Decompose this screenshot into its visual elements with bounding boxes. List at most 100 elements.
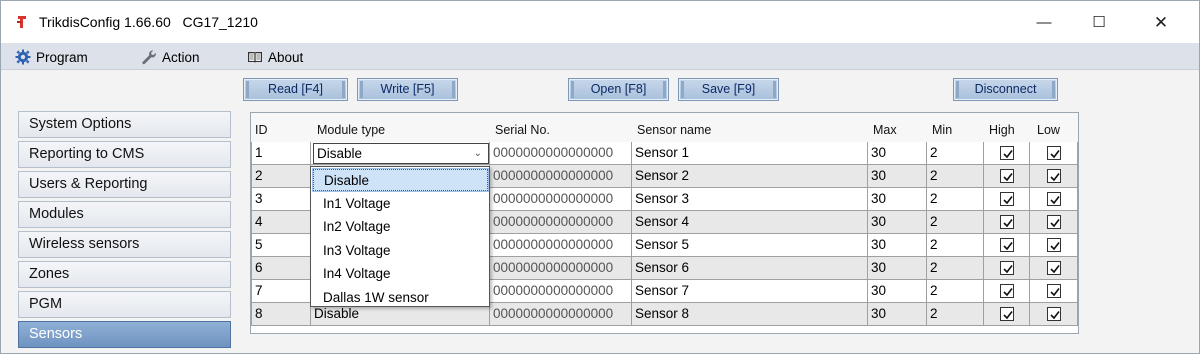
cell-sensor-name[interactable]: Sensor 6	[632, 257, 868, 280]
checkmark-icon	[1002, 219, 1013, 228]
checkmark-icon	[1049, 173, 1060, 182]
wrench-icon	[142, 50, 156, 65]
high-checkbox[interactable]	[999, 284, 1014, 298]
cell-max[interactable]: 30	[868, 142, 927, 165]
window-title: TrikdisConfig 1.66.60 CG17_1210	[39, 14, 258, 30]
menu-about-label: About	[268, 49, 304, 65]
menu-about[interactable]: About	[247, 48, 303, 66]
cell-id: 1	[251, 142, 311, 165]
checkmark-icon	[1002, 242, 1013, 251]
cell-min[interactable]: 2	[927, 188, 984, 211]
low-checkbox[interactable]	[1046, 261, 1061, 275]
save-button[interactable]: Save [F9]	[678, 78, 779, 101]
cell-max[interactable]: 30	[868, 303, 927, 326]
cell-sensor-name[interactable]: Sensor 8	[632, 303, 868, 326]
sidebar-item-wireless-sensors[interactable]: Wireless sensors	[18, 231, 231, 258]
maximize-button[interactable]: ☐	[1078, 9, 1120, 37]
dropdown-option[interactable]: In1 Voltage	[313, 193, 488, 215]
cell-max[interactable]: 30	[868, 165, 927, 188]
cell-serial-no[interactable]: 0000000000000000	[490, 165, 632, 188]
cell-min[interactable]: 2	[927, 257, 984, 280]
cell-max[interactable]: 30	[868, 257, 927, 280]
menu-bar: Program Action About	[1, 43, 1199, 70]
high-checkbox[interactable]	[999, 146, 1014, 160]
high-checkbox[interactable]	[999, 169, 1014, 183]
high-checkbox[interactable]	[999, 261, 1014, 275]
high-checkbox[interactable]	[999, 307, 1014, 321]
low-checkbox[interactable]	[1046, 215, 1061, 229]
sidebar-item-modules[interactable]: Modules	[18, 201, 231, 228]
cell-low	[1030, 142, 1078, 165]
minimize-button[interactable]: —	[1023, 9, 1065, 37]
sidebar-item-pgm[interactable]: PGM	[18, 291, 231, 318]
cell-min[interactable]: 2	[927, 280, 984, 303]
checkmark-icon	[1002, 265, 1013, 274]
cell-max[interactable]: 30	[868, 234, 927, 257]
cell-high	[984, 165, 1030, 188]
sidebar-item-sensors[interactable]: Sensors	[18, 321, 231, 348]
cell-high	[984, 234, 1030, 257]
cell-serial-no[interactable]: 0000000000000000	[490, 303, 632, 326]
cell-id: 6	[251, 257, 311, 280]
read-button[interactable]: Read [F4]	[243, 78, 348, 101]
dropdown-option[interactable]: Disable	[312, 168, 489, 192]
sidebar-item-users-reporting[interactable]: Users & Reporting	[18, 171, 231, 198]
cell-serial-no[interactable]: 0000000000000000	[490, 188, 632, 211]
write-button[interactable]: Write [F5]	[357, 78, 458, 101]
cell-sensor-name[interactable]: Sensor 4	[632, 211, 868, 234]
cell-min[interactable]: 2	[927, 211, 984, 234]
cell-id: 8	[251, 303, 311, 326]
sidebar-item-system-options[interactable]: System Options	[18, 111, 231, 138]
cell-max[interactable]: 30	[868, 280, 927, 303]
high-checkbox[interactable]	[999, 238, 1014, 252]
checkmark-icon	[1002, 288, 1013, 297]
cell-high	[984, 303, 1030, 326]
checkmark-icon	[1002, 311, 1013, 320]
low-checkbox[interactable]	[1046, 238, 1061, 252]
high-checkbox[interactable]	[999, 215, 1014, 229]
cell-serial-no[interactable]: 0000000000000000	[490, 211, 632, 234]
cell-min[interactable]: 2	[927, 165, 984, 188]
cell-serial-no[interactable]: 0000000000000000	[490, 280, 632, 303]
cell-max[interactable]: 30	[868, 211, 927, 234]
dropdown-option[interactable]: In2 Voltage	[313, 216, 488, 238]
close-button[interactable]: ✕	[1140, 9, 1182, 37]
cell-sensor-name[interactable]: Sensor 7	[632, 280, 868, 303]
open-button[interactable]: Open [F8]	[568, 78, 669, 101]
disconnect-button[interactable]: Disconnect	[953, 78, 1058, 101]
cell-serial-no[interactable]: 0000000000000000	[490, 142, 632, 165]
cell-sensor-name[interactable]: Sensor 3	[632, 188, 868, 211]
checkmark-icon	[1002, 173, 1013, 182]
high-checkbox[interactable]	[999, 192, 1014, 206]
menu-program-label: Program	[36, 49, 88, 65]
sidebar-item-zones[interactable]: Zones	[18, 261, 231, 288]
cell-serial-no[interactable]: 0000000000000000	[490, 234, 632, 257]
low-checkbox[interactable]	[1046, 284, 1061, 298]
menu-action-label: Action	[162, 49, 200, 65]
menu-program[interactable]: Program	[15, 48, 88, 66]
checkmark-icon	[1049, 265, 1060, 274]
checkmark-icon	[1049, 196, 1060, 205]
dropdown-option[interactable]: In3 Voltage	[313, 240, 488, 262]
module-type-combobox[interactable]: Disable ⌄	[313, 143, 489, 164]
low-checkbox[interactable]	[1046, 192, 1061, 206]
cell-min[interactable]: 2	[927, 303, 984, 326]
cell-max[interactable]: 30	[868, 188, 927, 211]
dropdown-option[interactable]: Dallas 1W sensor	[313, 287, 488, 309]
sidebar-item-reporting-to-cms[interactable]: Reporting to CMS	[18, 141, 231, 168]
dropdown-option[interactable]: In4 Voltage	[313, 263, 488, 285]
low-checkbox[interactable]	[1046, 307, 1061, 321]
cell-min[interactable]: 2	[927, 142, 984, 165]
cell-high	[984, 211, 1030, 234]
cell-serial-no[interactable]: 0000000000000000	[490, 257, 632, 280]
low-checkbox[interactable]	[1046, 169, 1061, 183]
menu-action[interactable]: Action	[141, 48, 200, 66]
cell-low	[1030, 188, 1078, 211]
table-row[interactable]: 1 0000000000000000 Sensor 1 30 2 Disable ⌄	[251, 142, 1090, 165]
checkmark-icon	[1002, 150, 1013, 159]
cell-sensor-name[interactable]: Sensor 5	[632, 234, 868, 257]
cell-sensor-name[interactable]: Sensor 2	[632, 165, 868, 188]
low-checkbox[interactable]	[1046, 146, 1061, 160]
cell-sensor-name[interactable]: Sensor 1	[632, 142, 868, 165]
cell-min[interactable]: 2	[927, 234, 984, 257]
